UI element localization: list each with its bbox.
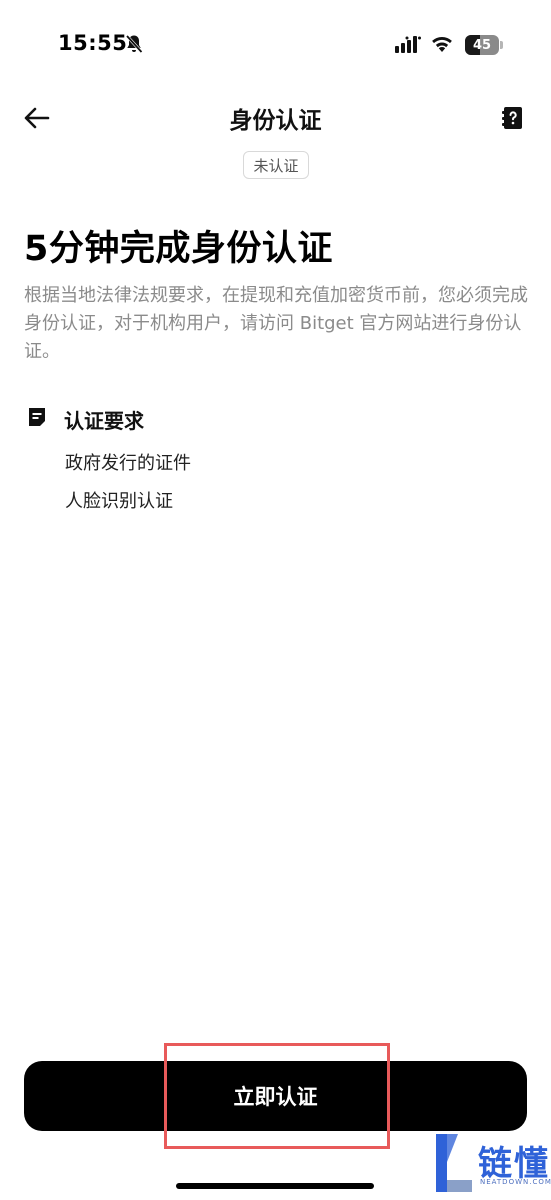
battery-level: 45 [472,37,492,53]
home-indicator [176,1183,374,1189]
bell-slash-icon [125,34,143,54]
help-book-icon[interactable] [500,105,526,131]
battery-icon: 45 [465,35,499,55]
watermark-subtext: NEATDOWN.COM [480,1178,551,1186]
document-icon [29,408,45,426]
battery-tip [500,41,503,49]
requirement-item: 人脸识别认证 [65,491,173,512]
page-title: 身份认证 [229,108,322,134]
watermark-logo [436,1134,472,1192]
requirement-item: 政府发行的证件 [65,453,191,474]
description: 根据当地法律法规要求，在提现和充值加密货币前，您必须完成身份认证，对于机构用户，… [24,285,528,362]
status-bar: 15:55 45 [0,0,551,80]
status-time: 15:55 [58,31,128,55]
status-badge: 未认证 [243,151,309,179]
requirements-title: 认证要求 [64,409,144,433]
wifi-icon [432,37,452,52]
headline: 5分钟完成身份认证 [24,229,333,269]
signal-icon [395,36,421,53]
verify-now-button[interactable]: 立即认证 [24,1061,527,1131]
